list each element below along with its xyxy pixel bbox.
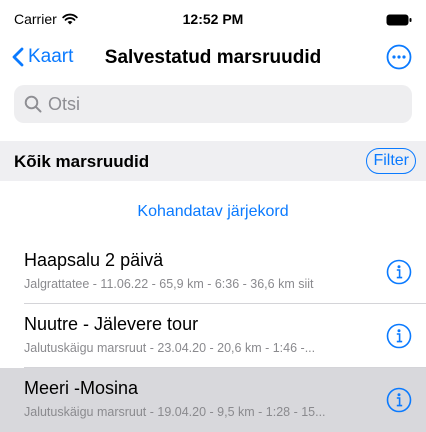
search-input[interactable] <box>48 93 388 115</box>
route-row-selected[interactable]: Meeri -Mosina Jalutuskäigu marsruut - 19… <box>0 368 426 432</box>
magnifier-icon <box>24 95 42 113</box>
route-details: Jalutuskäigu marsruut - 23.04.20 - 20,6 … <box>24 341 316 355</box>
route-list: Haapsalu 2 päivä Jalgrattatee - 11.06.22… <box>0 240 426 432</box>
ellipsis-circle-icon[interactable] <box>386 44 412 70</box>
route-name: Meeri -Mosina <box>24 378 139 398</box>
navigation-bar: Kaart Salvestatud marsruudid <box>0 36 426 80</box>
route-details: Jalgrattatee - 11.06.22 - 65,9 km - 6:36… <box>24 277 314 291</box>
battery-icon <box>386 13 412 29</box>
info-circle-icon[interactable] <box>386 387 412 413</box>
status-time: 12:52 PM <box>182 11 244 27</box>
section-title: Kõik marsruudid <box>14 152 150 171</box>
search-bar[interactable] <box>14 85 412 123</box>
route-name: Haapsalu 2 päivä <box>24 250 164 270</box>
info-circle-icon[interactable] <box>386 259 412 285</box>
route-row[interactable]: Haapsalu 2 päivä Jalgrattatee - 11.06.22… <box>0 240 426 304</box>
custom-order-button[interactable]: Kohandatav järjekord <box>0 203 426 221</box>
page-title: Salvestatud marsruudid <box>104 47 322 68</box>
info-circle-icon[interactable] <box>386 323 412 349</box>
status-bar: Carrier 12:52 PM <box>0 0 426 34</box>
filter-button[interactable]: Filter <box>366 148 416 174</box>
route-details: Jalutuskäigu marsruut - 19.04.20 - 9,5 k… <box>24 405 326 419</box>
section-header: Kõik marsruudid Filter <box>0 141 426 181</box>
route-name: Nuutre - Jälevere tour <box>24 314 199 334</box>
route-row[interactable]: Nuutre - Jälevere tour Jalutuskäigu mars… <box>0 304 426 368</box>
